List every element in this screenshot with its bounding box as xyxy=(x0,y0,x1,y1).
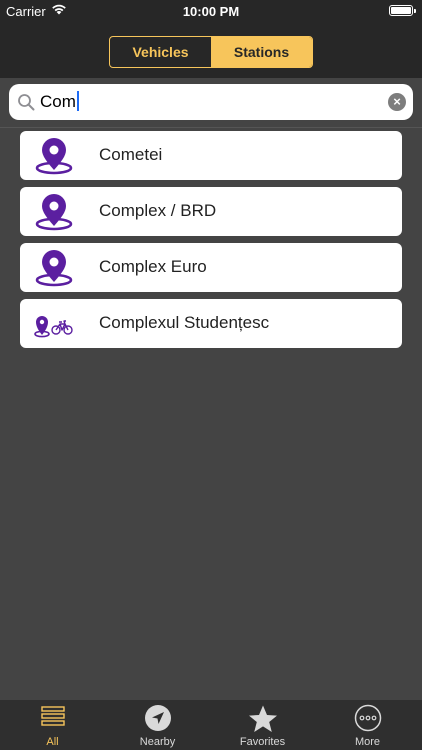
location-pin-icon xyxy=(35,138,73,175)
tab-label: All xyxy=(46,736,59,748)
list-item[interactable]: Cometei xyxy=(20,131,402,180)
station-name: Complexul Studențesc xyxy=(99,313,270,332)
list-item[interactable]: Complexul Studențesc xyxy=(20,299,402,348)
station-name: Cometei xyxy=(99,145,163,164)
clock: 10:00 PM xyxy=(182,4,240,19)
search-area: Com × xyxy=(0,78,422,128)
list-icon xyxy=(40,706,65,726)
search-value: Com xyxy=(40,92,76,111)
navigation-arrow-icon xyxy=(144,705,171,731)
segment-stations[interactable]: Stations xyxy=(211,37,312,67)
more-icon xyxy=(354,704,381,732)
clear-icon[interactable]: × xyxy=(388,93,406,111)
tab-label: Favorites xyxy=(239,736,286,748)
search-input[interactable]: Com × xyxy=(9,84,413,120)
star-icon xyxy=(248,705,277,732)
tab-label: Nearby xyxy=(139,736,176,748)
tab-favorites[interactable]: Favorites xyxy=(210,700,315,750)
tab-label: More xyxy=(354,736,381,748)
bike-station-icon xyxy=(34,316,73,338)
segment-vehicles[interactable]: Vehicles xyxy=(110,37,211,67)
status-bar: Carrier 10:00 PM xyxy=(0,0,422,22)
tab-all[interactable]: All xyxy=(0,700,105,750)
tab-bar: All Nearby Favorites More xyxy=(0,700,422,750)
segmented-control: Vehicles Stations xyxy=(109,36,313,68)
battery-icon xyxy=(389,5,416,16)
text-caret xyxy=(76,91,79,111)
nav-bar: Vehicles Stations xyxy=(0,22,422,78)
list-item[interactable]: Complex Euro xyxy=(20,243,402,292)
tab-nearby[interactable]: Nearby xyxy=(105,700,210,750)
tab-more[interactable]: More xyxy=(315,700,420,750)
station-name: Complex / BRD xyxy=(99,201,217,220)
search-icon xyxy=(18,94,35,111)
station-name: Complex Euro xyxy=(99,257,207,276)
list-item[interactable]: Complex / BRD xyxy=(20,187,402,236)
divider xyxy=(0,127,422,128)
location-pin-icon xyxy=(35,194,73,231)
results-list: Cometei Complex / BRD Complex Euro Compl… xyxy=(20,131,402,355)
location-pin-icon xyxy=(35,250,73,287)
